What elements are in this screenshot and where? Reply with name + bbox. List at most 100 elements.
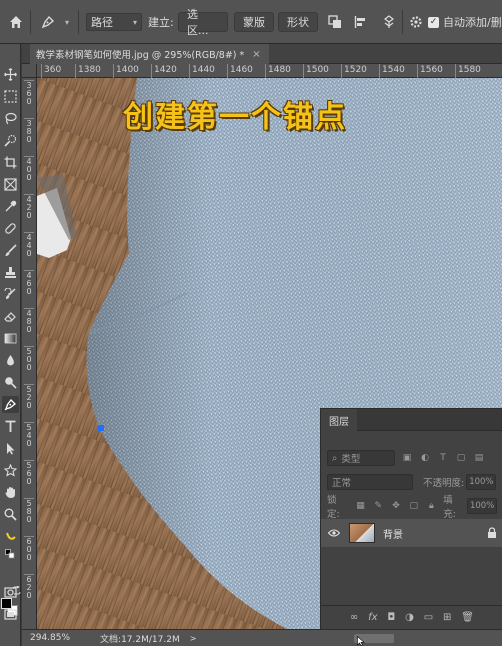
ruler-tick: 1540 (379, 64, 405, 78)
more-tools-icon[interactable] (2, 528, 19, 545)
pen-tool-preset-icon[interactable] (38, 12, 58, 32)
layer-row-background[interactable]: 背景 (321, 519, 502, 547)
new-group-icon[interactable]: ▭ (424, 612, 433, 623)
lock-transparency-icon[interactable]: ▦ (355, 500, 367, 512)
opacity-input[interactable]: 100% (466, 474, 497, 490)
zoom-tool-icon[interactable] (2, 506, 19, 523)
path-alignment-icon[interactable] (352, 13, 370, 31)
filter-adjustment-icon[interactable]: ◐ (419, 452, 431, 464)
ruler-tick: 420 (24, 194, 34, 220)
auto-add-label: 自动添加/删 (443, 16, 502, 29)
ruler-tick: 620 (24, 574, 34, 600)
tools-panel (0, 44, 21, 646)
custom-shape-tool-icon[interactable] (2, 462, 19, 479)
ruler-tick: 440 (24, 232, 34, 258)
ruler-tick: 1560 (417, 64, 443, 78)
healing-brush-tool-icon[interactable] (2, 220, 19, 237)
ruler-origin[interactable] (22, 64, 37, 78)
type-tool-icon[interactable] (2, 418, 19, 435)
layer-filter-select[interactable]: ⌕ 类型 (327, 450, 395, 466)
ruler-tick: 400 (24, 156, 34, 182)
move-tool-icon[interactable] (2, 66, 19, 83)
status-bar: 294.85% 文档:17.2M/17.2M > (22, 629, 502, 646)
ruler-tick: 460 (24, 270, 34, 296)
auto-add-delete-option[interactable]: ✓ 自动添加/删 (428, 13, 502, 31)
ruler-tick: 1380 (75, 64, 101, 78)
chevron-down-icon[interactable]: ▾ (62, 16, 72, 28)
ruler-tick: 580 (24, 498, 34, 524)
pen-tool-icon[interactable] (2, 396, 19, 413)
filter-smart-object-icon[interactable]: ▤ (473, 452, 485, 464)
quick-selection-tool-icon[interactable] (2, 132, 19, 149)
default-colors-icon[interactable] (2, 548, 19, 560)
eraser-tool-icon[interactable] (2, 308, 19, 325)
horizontal-ruler[interactable]: 360 1380 1400 1420 1440 1460 1480 1500 1… (37, 64, 502, 78)
make-shape-button[interactable]: 形状 (278, 12, 318, 32)
lock-position-icon[interactable]: ✥ (390, 500, 402, 512)
chevron-down-icon: ▾ (132, 17, 137, 27)
filter-type-icon[interactable]: T (437, 452, 449, 464)
eyedropper-tool-icon[interactable] (2, 198, 19, 215)
ruler-tick: 480 (24, 308, 34, 334)
ruler-tick: 1440 (189, 64, 215, 78)
ruler-tick: 1580 (455, 64, 481, 78)
vertical-ruler[interactable]: 360 380 400 420 440 460 480 500 520 540 … (22, 78, 37, 629)
frame-tool-icon[interactable] (2, 176, 19, 193)
path-selection-tool-icon[interactable] (2, 440, 19, 457)
link-layers-icon[interactable]: ∞ (350, 612, 358, 623)
filter-shape-icon[interactable]: ▢ (455, 452, 467, 464)
close-icon[interactable]: × (252, 49, 260, 60)
layers-panel-header: 图层 (321, 409, 502, 431)
ruler-tick: 360 (24, 80, 34, 106)
dodge-tool-icon[interactable] (2, 374, 19, 391)
adjustment-layer-icon[interactable]: ◑ (405, 612, 414, 623)
layers-panel: 图层 ⌕ 类型 ▣ ◐ T ▢ ▤ 正常 不透明度: 100% 锁定: ▦ ✎ … (320, 408, 502, 629)
marquee-tool-icon[interactable] (2, 88, 19, 105)
home-icon[interactable] (6, 12, 26, 32)
lock-icon (487, 527, 497, 539)
path-operations-icon[interactable] (326, 13, 344, 31)
clone-stamp-tool-icon[interactable] (2, 264, 19, 281)
ruler-tick: 500 (24, 346, 34, 372)
layers-panel-footer: ∞ fx ◘ ◑ ▭ ⊞ 🗑︎ (321, 605, 502, 629)
anchor-point[interactable] (98, 425, 104, 431)
make-mask-button[interactable]: 蒙版 (234, 12, 274, 32)
document-tab[interactable]: 教学素材钢笔如何使用.jpg @ 295%(RGB/8#) * × (30, 44, 269, 64)
status-menu-arrow[interactable]: > (190, 634, 197, 643)
brush-tool-icon[interactable] (2, 242, 19, 259)
add-mask-icon[interactable]: ◘ (387, 612, 395, 623)
lasso-tool-icon[interactable] (2, 110, 19, 127)
opacity-label: 不透明度: (423, 478, 465, 489)
path-arrangement-icon[interactable] (380, 13, 398, 31)
gradient-tool-icon[interactable] (2, 330, 19, 347)
lock-row: 锁定: ▦ ✎ ✥ ▢ 🔒︎ 填充: 100% (327, 495, 497, 520)
hand-tool-icon[interactable] (2, 484, 19, 501)
blend-mode-select[interactable]: 正常 (327, 474, 413, 490)
mouse-cursor-icon (357, 636, 365, 646)
gear-icon[interactable] (407, 13, 425, 31)
zoom-level[interactable]: 294.85% (30, 633, 70, 643)
trash-icon[interactable]: 🗑︎ (461, 612, 474, 623)
lock-pixels-icon[interactable]: ✎ (372, 500, 384, 512)
crop-tool-icon[interactable] (2, 154, 19, 171)
new-layer-icon[interactable]: ⊞ (443, 612, 451, 623)
foreground-color-swatch[interactable] (1, 598, 12, 609)
fill-input[interactable]: 100% (466, 498, 497, 514)
fx-icon[interactable]: fx (368, 612, 377, 623)
pen-mode-select[interactable]: 路径 ▾ (86, 13, 142, 31)
filter-pixel-icon[interactable]: ▣ (401, 452, 413, 464)
auto-add-checkbox[interactable]: ✓ (428, 16, 439, 28)
document-tab-title: 教学素材钢笔如何使用.jpg @ 295%(RGB/8#) * (36, 50, 245, 61)
tab-layers[interactable]: 图层 (321, 409, 357, 431)
history-brush-tool-icon[interactable] (2, 286, 19, 303)
lock-all-icon[interactable]: 🔒︎ (426, 500, 438, 512)
make-selection-button[interactable]: 选区... (178, 8, 228, 37)
ruler-tick: 560 (24, 460, 34, 486)
ruler-tick: 1480 (265, 64, 291, 78)
tutorial-caption: 创建第一个锚点 (123, 100, 347, 135)
ruler-tick: 1400 (113, 64, 139, 78)
blur-tool-icon[interactable] (2, 352, 19, 369)
eye-icon[interactable] (327, 527, 341, 539)
blend-row: 正常 不透明度: 100% (327, 473, 497, 491)
lock-artboard-icon[interactable]: ▢ (408, 500, 420, 512)
